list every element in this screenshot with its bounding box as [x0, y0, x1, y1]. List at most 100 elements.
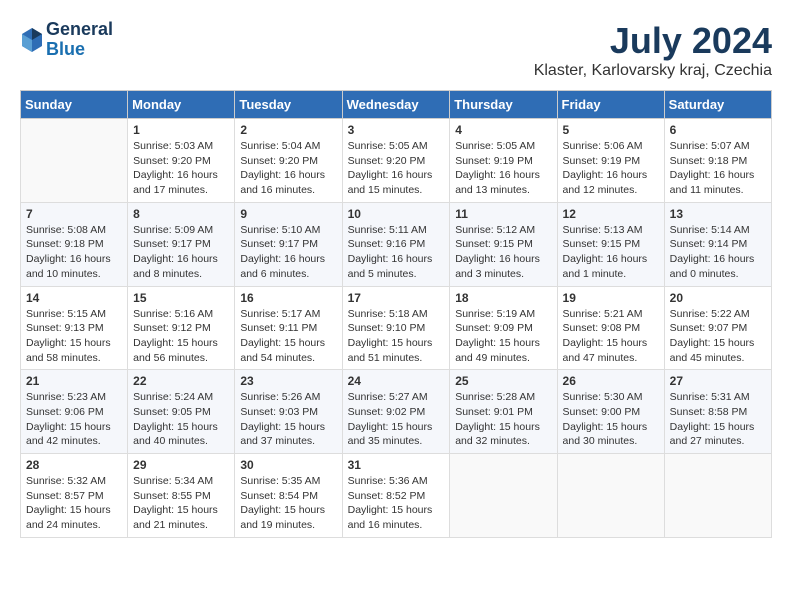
calendar-cell: 22Sunrise: 5:24 AM Sunset: 9:05 PM Dayli… [128, 370, 235, 454]
calendar-cell: 21 Sunrise: 5:23 AM Sunset: 9:06 PM Dayli… [21, 370, 128, 454]
week-row: 28 Sunrise: 5:32 AM Sunset: 8:57 PM Dayli… [21, 454, 772, 538]
day-number: 1 [133, 123, 229, 137]
logo: General Blue [20, 20, 113, 60]
day-number: 31 [348, 458, 445, 472]
col-tuesday: Tuesday [235, 91, 342, 119]
calendar-cell: 13 Sunrise: 5:14 AM Sunset: 9:14 PM Dayli… [664, 202, 771, 286]
day-number: 29 [133, 458, 229, 472]
day-number: 12 [563, 207, 659, 221]
cell-content: Sunrise: 5:19 AM Sunset: 9:09 PM Dayligh… [455, 307, 551, 366]
location: Klaster, Karlovarsky kraj, Czechia [534, 62, 772, 80]
calendar-cell: 20Sunrise: 5:22 AM Sunset: 9:07 PM Dayli… [664, 286, 771, 370]
col-wednesday: Wednesday [342, 91, 450, 119]
day-number: 4 [455, 123, 551, 137]
calendar-cell: 11 Sunrise: 5:12 AM Sunset: 9:15 PM Dayli… [450, 202, 557, 286]
day-number: 18 [455, 291, 551, 305]
calendar-cell: 3Sunrise: 5:05 AM Sunset: 9:20 PM Daylig… [342, 119, 450, 203]
calendar-cell: 17 Sunrise: 5:18 AM Sunset: 9:10 PM Dayli… [342, 286, 450, 370]
day-number: 24 [348, 374, 445, 388]
cell-content: Sunrise: 5:16 AM Sunset: 9:12 PM Dayligh… [133, 307, 229, 366]
cell-content: Sunrise: 5:28 AM Sunset: 9:01 PM Dayligh… [455, 390, 551, 449]
cell-content: Sunrise: 5:18 AM Sunset: 9:10 PM Dayligh… [348, 307, 445, 366]
calendar-cell: 29 Sunrise: 5:34 AM Sunset: 8:55 PM Dayli… [128, 454, 235, 538]
logo-line2: Blue [46, 39, 85, 59]
month-title: July 2024 [534, 20, 772, 62]
col-saturday: Saturday [664, 91, 771, 119]
day-number: 26 [563, 374, 659, 388]
header-row: SundayMondayTuesdayWednesdayThursdayFrid… [21, 91, 772, 119]
cell-content: Sunrise: 5:11 AM Sunset: 9:16 PM Dayligh… [348, 223, 445, 282]
day-number: 15 [133, 291, 229, 305]
calendar-cell: 14 Sunrise: 5:15 AM Sunset: 9:13 PM Dayli… [21, 286, 128, 370]
calendar-cell: 25 Sunrise: 5:28 AM Sunset: 9:01 PM Dayli… [450, 370, 557, 454]
calendar-cell: 1Sunrise: 5:03 AM Sunset: 9:20 PM Daylig… [128, 119, 235, 203]
calendar-cell: 31 Sunrise: 5:36 AM Sunset: 8:52 PM Dayli… [342, 454, 450, 538]
col-friday: Friday [557, 91, 664, 119]
day-number: 28 [26, 458, 122, 472]
day-number: 2 [240, 123, 336, 137]
cell-content: Sunrise: 5:05 AM Sunset: 9:20 PM Dayligh… [348, 139, 445, 198]
calendar-cell: 18 Sunrise: 5:19 AM Sunset: 9:09 PM Dayli… [450, 286, 557, 370]
calendar-cell: 15 Sunrise: 5:16 AM Sunset: 9:12 PM Dayli… [128, 286, 235, 370]
day-number: 7 [26, 207, 122, 221]
day-number: 8 [133, 207, 229, 221]
cell-content: Sunrise: 5:30 AM Sunset: 9:00 PM Dayligh… [563, 390, 659, 449]
day-number: 5 [563, 123, 659, 137]
calendar-cell: 26 Sunrise: 5:30 AM Sunset: 9:00 PM Dayli… [557, 370, 664, 454]
logo-icon [20, 26, 44, 54]
cell-content: Sunrise: 5:07 AM Sunset: 9:18 PM Dayligh… [670, 139, 766, 198]
cell-content: Sunrise: 5:08 AM Sunset: 9:18 PM Dayligh… [26, 223, 122, 282]
cell-content: Sunrise: 5:15 AM Sunset: 9:13 PM Dayligh… [26, 307, 122, 366]
cell-content: Sunrise: 5:17 AM Sunset: 9:11 PM Dayligh… [240, 307, 336, 366]
cell-content: Sunrise: 5:24 AM Sunset: 9:05 PM Dayligh… [133, 390, 229, 449]
cell-content: Sunrise: 5:27 AM Sunset: 9:02 PM Dayligh… [348, 390, 445, 449]
cell-content: Sunrise: 5:31 AM Sunset: 8:58 PM Dayligh… [670, 390, 766, 449]
cell-content: Sunrise: 5:35 AM Sunset: 8:54 PM Dayligh… [240, 474, 336, 533]
calendar-cell [21, 119, 128, 203]
day-number: 6 [670, 123, 766, 137]
day-number: 19 [563, 291, 659, 305]
calendar-cell: 8Sunrise: 5:09 AM Sunset: 9:17 PM Daylig… [128, 202, 235, 286]
week-row: 21 Sunrise: 5:23 AM Sunset: 9:06 PM Dayli… [21, 370, 772, 454]
day-number: 21 [26, 374, 122, 388]
day-number: 17 [348, 291, 445, 305]
day-number: 16 [240, 291, 336, 305]
cell-content: Sunrise: 5:34 AM Sunset: 8:55 PM Dayligh… [133, 474, 229, 533]
calendar-cell: 12 Sunrise: 5:13 AM Sunset: 9:15 PM Dayli… [557, 202, 664, 286]
day-number: 23 [240, 374, 336, 388]
cell-content: Sunrise: 5:36 AM Sunset: 8:52 PM Dayligh… [348, 474, 445, 533]
calendar-table: SundayMondayTuesdayWednesdayThursdayFrid… [20, 90, 772, 538]
cell-content: Sunrise: 5:10 AM Sunset: 9:17 PM Dayligh… [240, 223, 336, 282]
calendar-cell [557, 454, 664, 538]
cell-content: Sunrise: 5:32 AM Sunset: 8:57 PM Dayligh… [26, 474, 122, 533]
calendar-cell: 27 Sunrise: 5:31 AM Sunset: 8:58 PM Dayli… [664, 370, 771, 454]
calendar-cell: 9 Sunrise: 5:10 AM Sunset: 9:17 PM Daylig… [235, 202, 342, 286]
calendar-cell: 28 Sunrise: 5:32 AM Sunset: 8:57 PM Dayli… [21, 454, 128, 538]
calendar-cell: 24 Sunrise: 5:27 AM Sunset: 9:02 PM Dayli… [342, 370, 450, 454]
day-number: 9 [240, 207, 336, 221]
calendar-cell: 5 Sunrise: 5:06 AM Sunset: 9:19 PM Daylig… [557, 119, 664, 203]
cell-content: Sunrise: 5:13 AM Sunset: 9:15 PM Dayligh… [563, 223, 659, 282]
col-monday: Monday [128, 91, 235, 119]
day-number: 14 [26, 291, 122, 305]
day-number: 27 [670, 374, 766, 388]
col-sunday: Sunday [21, 91, 128, 119]
cell-content: Sunrise: 5:23 AM Sunset: 9:06 PM Dayligh… [26, 390, 122, 449]
cell-content: Sunrise: 5:12 AM Sunset: 9:15 PM Dayligh… [455, 223, 551, 282]
calendar-cell: 16 Sunrise: 5:17 AM Sunset: 9:11 PM Dayli… [235, 286, 342, 370]
day-number: 10 [348, 207, 445, 221]
calendar-cell: 2Sunrise: 5:04 AM Sunset: 9:20 PM Daylig… [235, 119, 342, 203]
week-row: 14 Sunrise: 5:15 AM Sunset: 9:13 PM Dayli… [21, 286, 772, 370]
week-row: 1Sunrise: 5:03 AM Sunset: 9:20 PM Daylig… [21, 119, 772, 203]
day-number: 20 [670, 291, 766, 305]
day-number: 25 [455, 374, 551, 388]
calendar-cell: 6 Sunrise: 5:07 AM Sunset: 9:18 PM Daylig… [664, 119, 771, 203]
day-number: 13 [670, 207, 766, 221]
page-header: General Blue July 2024 Klaster, Karlovar… [20, 20, 772, 80]
day-number: 11 [455, 207, 551, 221]
title-block: July 2024 Klaster, Karlovarsky kraj, Cze… [534, 20, 772, 80]
cell-content: Sunrise: 5:14 AM Sunset: 9:14 PM Dayligh… [670, 223, 766, 282]
calendar-cell: 10 Sunrise: 5:11 AM Sunset: 9:16 PM Dayli… [342, 202, 450, 286]
cell-content: Sunrise: 5:06 AM Sunset: 9:19 PM Dayligh… [563, 139, 659, 198]
cell-content: Sunrise: 5:05 AM Sunset: 9:19 PM Dayligh… [455, 139, 551, 198]
